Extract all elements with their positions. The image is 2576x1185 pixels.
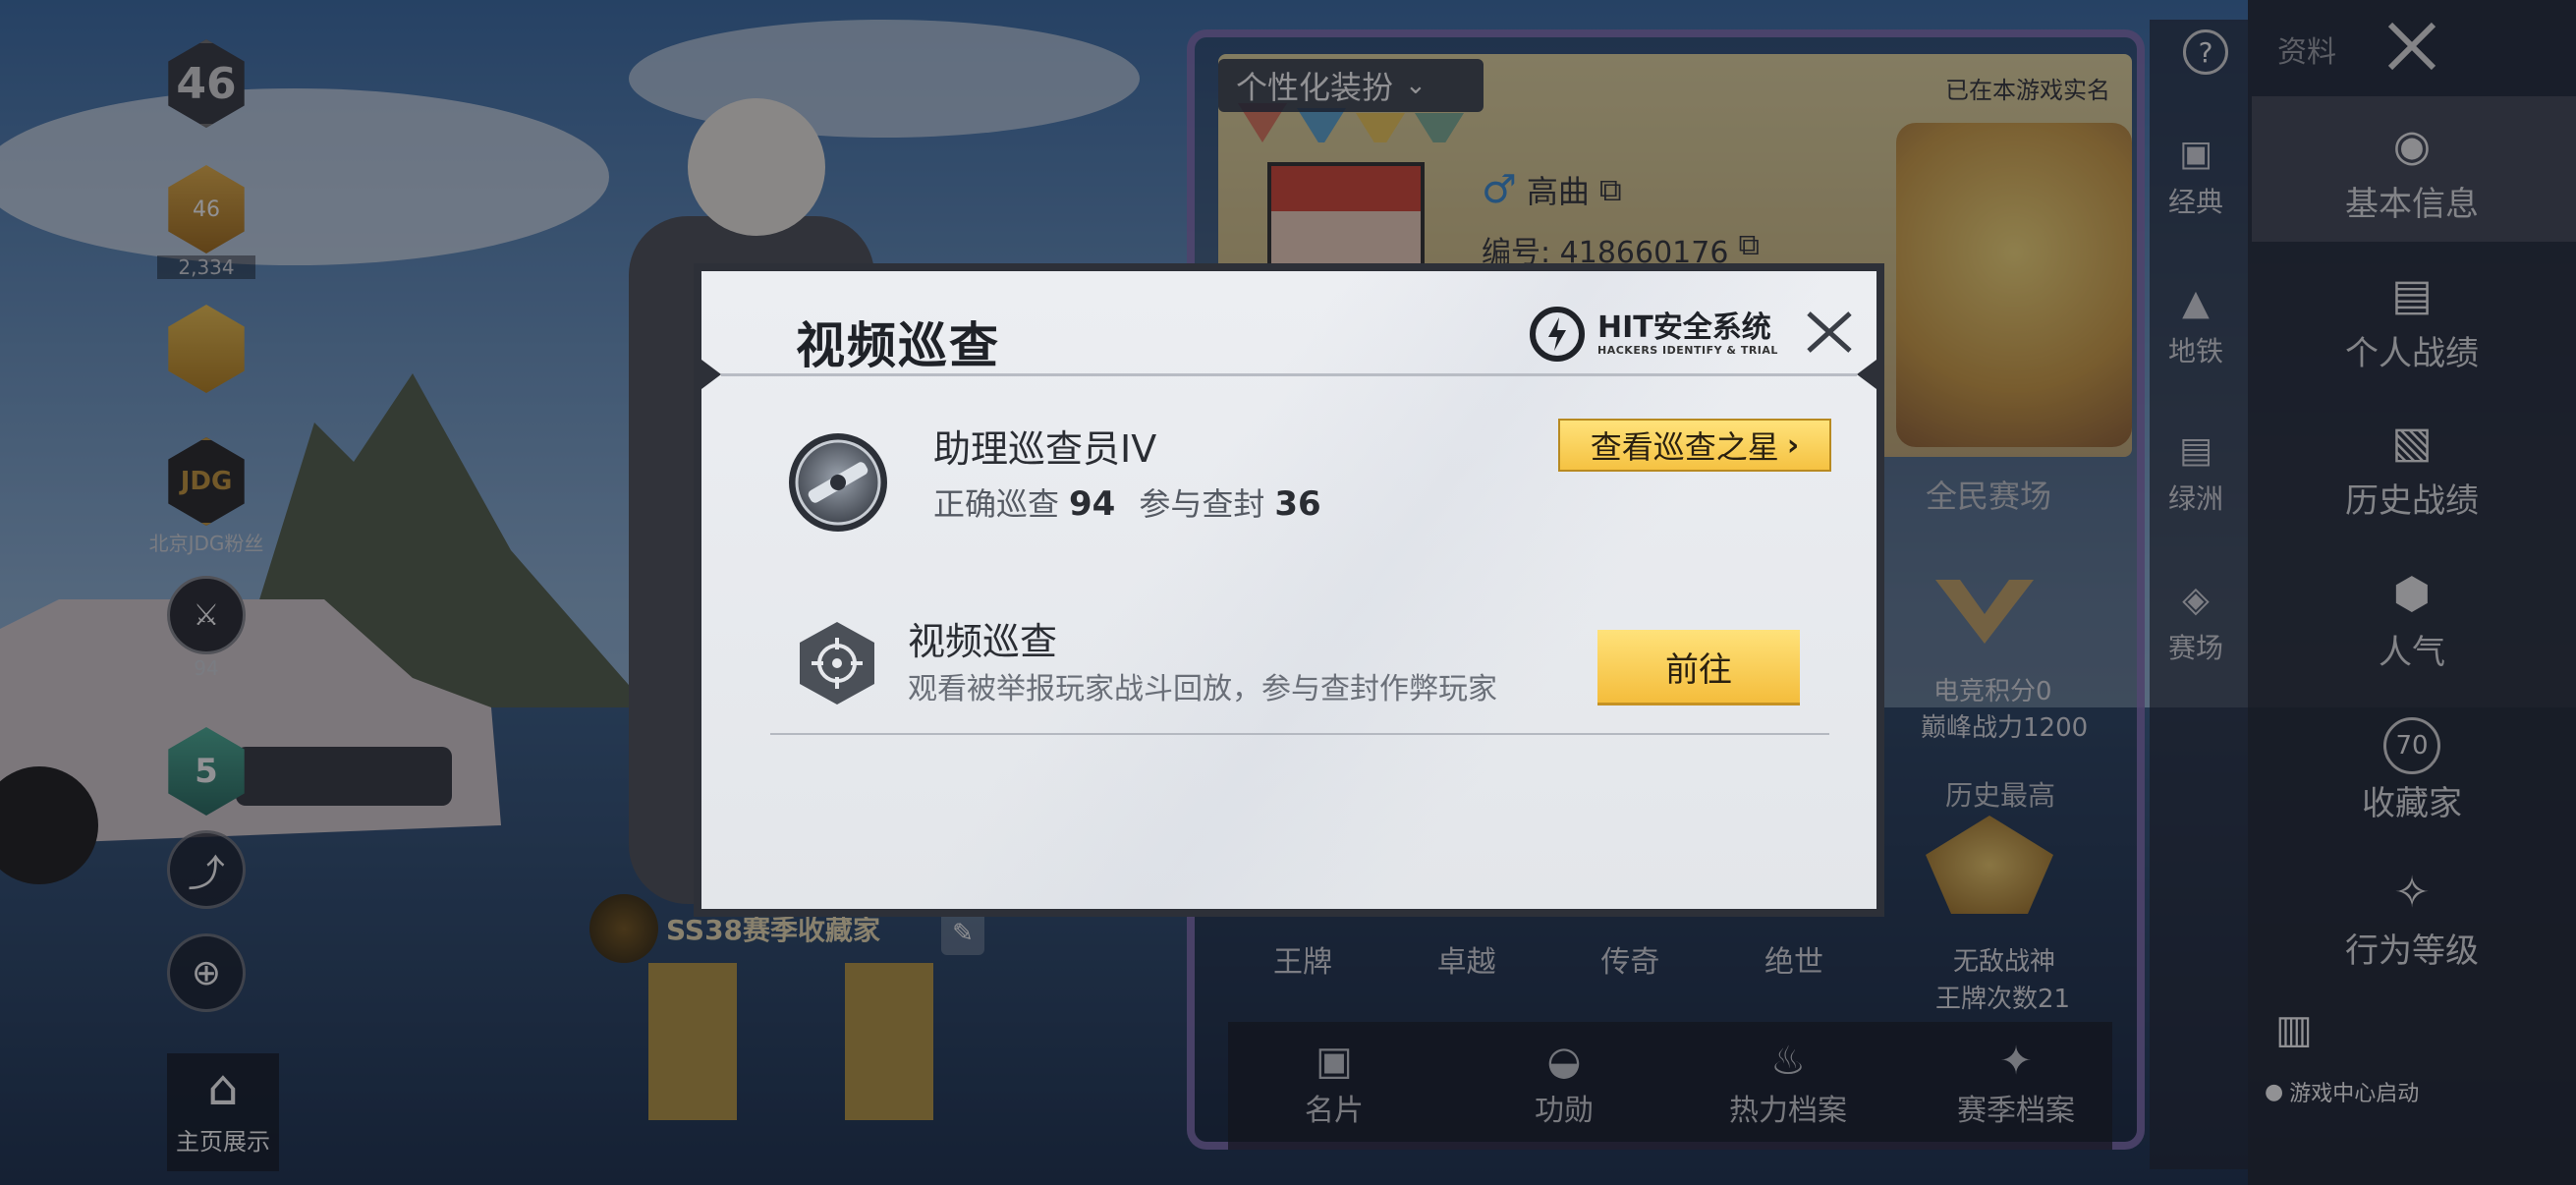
chevron-right-icon: ›	[1786, 427, 1800, 463]
crosshair-icon	[800, 622, 874, 705]
ban-participation-label: 参与查封	[1139, 485, 1265, 523]
title-divider	[721, 373, 1857, 376]
hit-logo-subtitle: HACKERS IDENTIFY & TRIAL	[1597, 343, 1778, 357]
go-to-label: 前往	[1665, 649, 1732, 690]
correct-patrol-label: 正确巡查	[933, 485, 1060, 523]
correct-patrol-value: 94	[1069, 484, 1116, 524]
video-patrol-dialog: 视频巡查 HIT安全系统 HACKERS IDENTIFY & TRIAL 助理…	[694, 263, 1884, 917]
hit-shield-icon	[1530, 307, 1585, 362]
video-patrol-description: 观看被举报玩家战斗回放，参与查封作弊玩家	[908, 672, 1497, 706]
hit-security-logo: HIT安全系统 HACKERS IDENTIFY & TRIAL	[1529, 303, 1778, 366]
dialog-title: 视频巡查	[796, 317, 1000, 374]
view-patrol-star-button[interactable]: 查看巡查之星 ›	[1558, 419, 1831, 472]
dialog-close-button[interactable]	[1800, 303, 1859, 362]
left-notch-decoration	[701, 360, 721, 389]
inspector-rank-title: 助理巡查员IV	[933, 427, 1157, 471]
go-to-patrol-button[interactable]: 前往	[1597, 630, 1800, 703]
view-patrol-star-label: 查看巡查之星	[1590, 428, 1779, 466]
video-patrol-entry-title: 视频巡查	[908, 620, 1058, 663]
entry-divider	[770, 733, 1829, 735]
ban-participation-value: 36	[1274, 484, 1321, 524]
inspector-stats: 正确巡查 94 参与查封 36	[933, 480, 1335, 525]
inspector-rank-badge-icon	[789, 433, 887, 532]
right-notch-decoration	[1857, 360, 1876, 389]
close-icon	[1807, 311, 1852, 353]
hit-logo-title: HIT安全系统	[1597, 310, 1771, 345]
